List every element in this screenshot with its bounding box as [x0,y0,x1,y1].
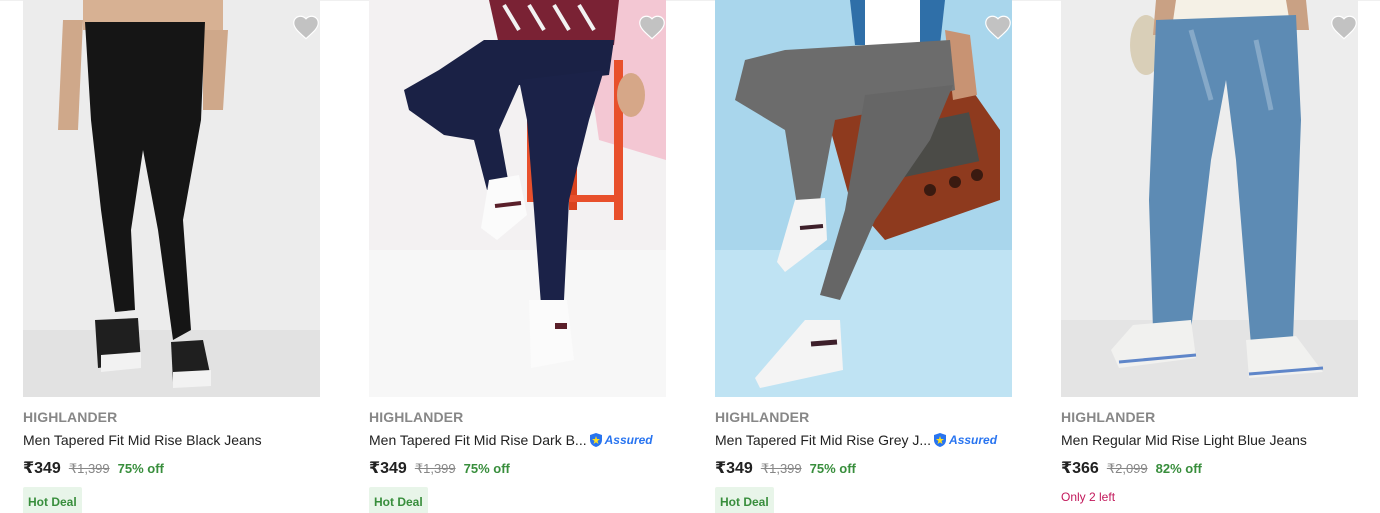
brand-name: HIGHLANDER [369,409,464,425]
product-grid: HIGHLANDER Men Tapered Fit Mid Rise Blac… [23,0,1358,513]
product-photo-grey-jeans [715,0,1012,397]
product-title[interactable]: Men Regular Mid Rise Light Blue Jeans [1061,432,1307,448]
assured-badge: Assured [588,432,653,448]
brand-name: HIGHLANDER [23,409,118,425]
title-row: Men Tapered Fit Mid Rise Black Jeans [23,431,320,449]
original-price: ₹1,399 [414,461,456,476]
selling-price: ₹366 [1061,460,1099,477]
product-card[interactable]: HIGHLANDER Men Tapered Fit Mid Rise Grey… [715,0,1012,513]
heart-icon[interactable] [984,14,1012,40]
title-row: Men Regular Mid Rise Light Blue Jeans [1061,431,1358,449]
original-price: ₹1,399 [760,461,802,476]
original-price: ₹2,099 [1106,461,1148,476]
shield-icon [934,433,947,447]
product-card[interactable]: HIGHLANDER Men Tapered Fit Mid Rise Dark… [369,0,666,513]
product-title[interactable]: Men Tapered Fit Mid Rise Dark B... [369,432,587,448]
heart-icon[interactable] [638,14,666,40]
product-card[interactable]: HIGHLANDER Men Tapered Fit Mid Rise Blac… [23,0,320,513]
hot-deal-badge: Hot Deal [369,487,428,513]
product-photo-black-jeans [23,0,320,397]
shield-icon [589,433,602,447]
product-photo-dark-blue-jeans [369,0,666,397]
selling-price: ₹349 [23,460,61,477]
original-price: ₹1,399 [68,461,110,476]
title-row: Men Tapered Fit Mid Rise Dark B... Assur… [369,431,666,449]
hot-deal-badge: Hot Deal [23,487,82,513]
product-image[interactable] [715,0,1012,397]
product-image[interactable] [23,0,320,397]
price-row: ₹349 ₹1,399 75% off [715,458,1012,478]
assured-badge: Assured [932,432,997,448]
product-image[interactable] [369,0,666,397]
product-card[interactable]: HIGHLANDER Men Regular Mid Rise Light Bl… [1061,0,1358,513]
price-row: ₹349 ₹1,399 75% off [23,458,320,478]
hot-deal-badge: Hot Deal [715,487,774,513]
title-row: Men Tapered Fit Mid Rise Grey J... Assur… [715,431,1012,449]
heart-icon[interactable] [292,14,320,40]
assured-label: Assured [604,433,653,447]
discount-percent: 75% off [117,461,164,476]
brand-name: HIGHLANDER [1061,409,1156,425]
stock-status: Only 2 left [1061,490,1116,504]
selling-price: ₹349 [715,460,753,477]
product-image[interactable] [1061,0,1358,397]
price-row: ₹366 ₹2,099 82% off [1061,458,1358,478]
product-title[interactable]: Men Tapered Fit Mid Rise Grey J... [715,432,931,448]
price-row: ₹349 ₹1,399 75% off [369,458,666,478]
assured-label: Assured [949,433,998,447]
discount-percent: 75% off [463,461,510,476]
discount-percent: 75% off [809,461,856,476]
selling-price: ₹349 [369,460,407,477]
discount-percent: 82% off [1155,461,1202,476]
product-photo-light-blue-jeans [1061,0,1358,397]
brand-name: HIGHLANDER [715,409,810,425]
heart-icon[interactable] [1330,14,1358,40]
product-title[interactable]: Men Tapered Fit Mid Rise Black Jeans [23,432,262,448]
